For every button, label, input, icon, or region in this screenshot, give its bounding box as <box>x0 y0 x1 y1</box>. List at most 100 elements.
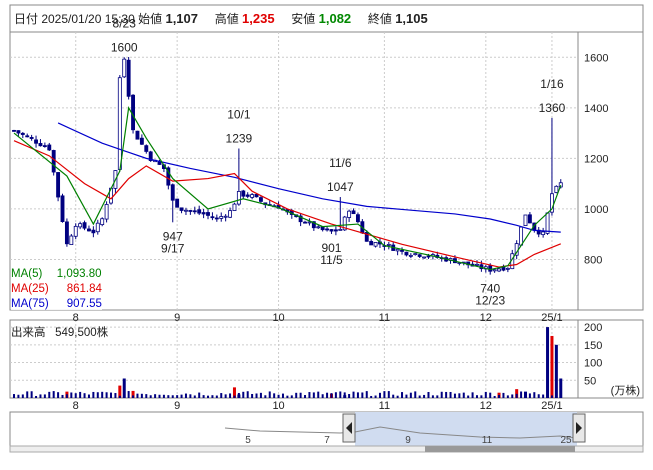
volume-bar <box>312 392 315 398</box>
legend-ma75-name: MA(75) <box>11 298 49 310</box>
candle <box>492 269 497 272</box>
legend-ma25: MA(25) 861.84 <box>11 283 102 295</box>
volume-tick-label: 150 <box>584 340 602 352</box>
volume-bar <box>317 391 320 398</box>
x-tick-label: 8 <box>73 400 79 412</box>
volume-bar <box>321 394 324 398</box>
volume-bar <box>440 391 443 398</box>
volume-bar <box>273 393 276 398</box>
price-tick-label: 1200 <box>584 153 608 165</box>
volume-bar <box>140 393 143 398</box>
candle <box>73 225 78 237</box>
candle <box>104 204 109 220</box>
volume-bar <box>520 391 523 398</box>
volume-bar <box>542 394 545 398</box>
volume-bar <box>229 393 232 398</box>
navigator-label: 9 <box>405 435 411 446</box>
volume-bar <box>414 391 417 398</box>
volume-bar <box>348 394 351 398</box>
x-tick-label: 9 <box>174 312 180 324</box>
annotation-value: 1239 <box>226 132 253 146</box>
candle <box>347 210 352 218</box>
volume-bar <box>326 392 329 398</box>
low-label: 安値 <box>291 12 316 26</box>
price-tick-label: 1000 <box>584 204 608 216</box>
volume-bar <box>268 391 271 398</box>
volume-bar <box>502 392 505 398</box>
volume-bar <box>383 391 386 398</box>
candle <box>60 195 65 223</box>
volume-bar <box>105 392 108 398</box>
volume-bar <box>445 391 448 398</box>
candle <box>47 144 52 151</box>
volume-bar <box>374 395 377 398</box>
volume-bar <box>127 391 130 398</box>
volume-bar <box>198 392 201 398</box>
annotation-date: 1/16 <box>540 77 564 91</box>
volume-bar <box>48 391 51 398</box>
close-label: 終値 <box>367 12 392 26</box>
volume-bar <box>259 392 262 398</box>
navigator-label: 5 <box>245 435 251 446</box>
candle <box>329 229 334 232</box>
volume-bar <box>207 395 210 398</box>
candle <box>117 77 122 170</box>
volume-bar <box>392 394 395 398</box>
volume-bar <box>96 392 99 398</box>
candle <box>316 226 321 229</box>
candle <box>135 130 140 140</box>
volume-bar <box>304 395 307 398</box>
candle <box>426 255 431 258</box>
volume-bar <box>233 395 236 398</box>
candle <box>100 218 105 226</box>
volume-bar <box>277 394 280 398</box>
volume-bar <box>35 395 38 398</box>
legend-ma5-name: MA(5) <box>11 268 43 280</box>
volume-bar <box>167 395 170 398</box>
candle <box>497 268 501 272</box>
navigator-label: 11 <box>482 435 493 446</box>
candle <box>422 256 427 259</box>
volume-bar <box>255 393 258 398</box>
volume-bar <box>378 392 381 398</box>
volume-title-label: 出来高 <box>11 327 46 339</box>
volume-bar <box>176 395 179 398</box>
volume-bar <box>555 395 558 398</box>
price-tick-label: 800 <box>584 254 602 266</box>
candle <box>91 229 96 234</box>
volume-bar <box>162 394 165 398</box>
candle <box>254 193 259 198</box>
candle <box>475 263 479 266</box>
volume-bar <box>498 394 501 398</box>
volume-bar <box>480 395 483 398</box>
x-tick-label: 11 <box>379 312 390 324</box>
volume-bar <box>180 394 183 398</box>
x-tick-label: 11 <box>379 400 390 412</box>
volume-bar <box>264 395 267 398</box>
legend-ma25-name: MA(25) <box>11 283 49 295</box>
candle <box>78 223 83 228</box>
volume-bar <box>26 391 29 398</box>
x-tick-label: 10 <box>272 400 284 412</box>
volume-bar <box>449 391 452 398</box>
navigator-scroll-thumb[interactable] <box>425 446 575 452</box>
candle <box>373 242 378 247</box>
candle <box>29 137 34 139</box>
volume-bar <box>145 394 148 398</box>
close-value: 1,105 <box>395 11 428 26</box>
volume-bar <box>21 394 24 398</box>
candle <box>16 130 21 134</box>
volume-bar <box>74 393 77 398</box>
price-axis-frame <box>577 31 644 311</box>
candle <box>56 172 61 198</box>
volume-bar <box>418 395 421 398</box>
volume-bar <box>528 393 531 398</box>
candle <box>245 194 250 197</box>
volume-bar <box>202 395 205 398</box>
volume-bar <box>237 392 240 398</box>
volume-bar <box>70 392 73 398</box>
volume-value: 549,500株 <box>55 327 109 339</box>
candle <box>325 228 330 231</box>
volume-bar <box>484 391 487 398</box>
annotation-value: 12/23 <box>475 294 505 308</box>
